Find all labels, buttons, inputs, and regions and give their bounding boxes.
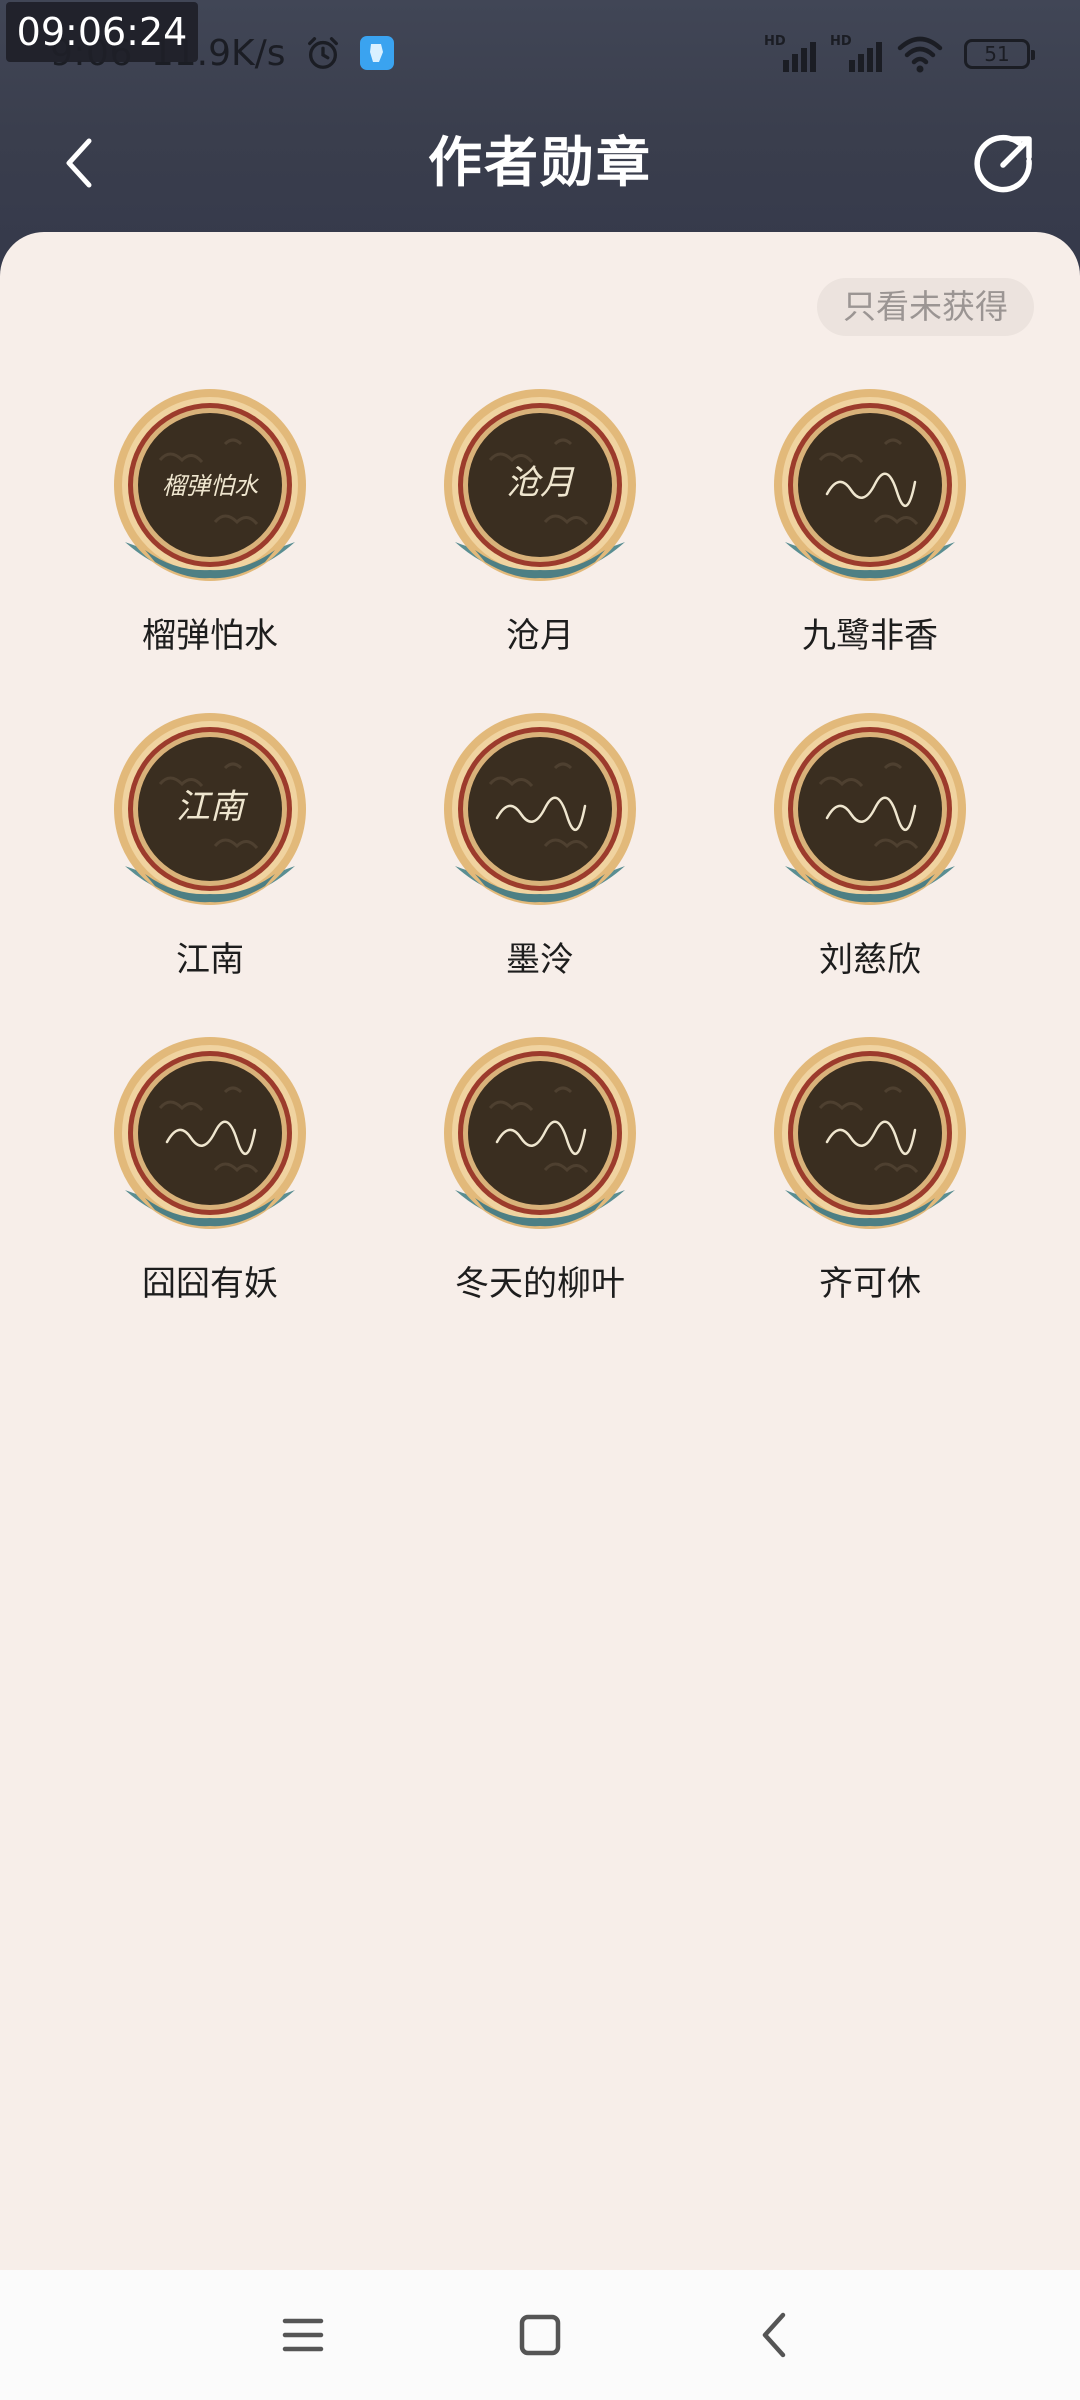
- badge-item[interactable]: 九鹭非香: [720, 382, 1020, 682]
- nav-back-icon: [762, 2312, 786, 2358]
- title-bar: 作者勋章: [0, 118, 1080, 208]
- home-button[interactable]: [505, 2300, 575, 2370]
- menu-icon: [282, 2318, 324, 2352]
- medal-icon: [774, 1037, 966, 1229]
- medal-icon: [114, 1037, 306, 1229]
- medal-icon: 榴弹怕水: [114, 389, 306, 581]
- share-icon: [974, 134, 1032, 193]
- badge-item[interactable]: 刘慈欣: [720, 706, 1020, 1006]
- badge-name: 榴弹怕水: [142, 616, 278, 656]
- menu-button[interactable]: [268, 2300, 338, 2370]
- medal-icon: [774, 389, 966, 581]
- status-right: HD HD 51: [764, 32, 1035, 76]
- status-bar: 9:06 11.9K/s 09:06:24 HD HD 51: [0, 0, 1080, 100]
- badge-name: 江南: [176, 940, 244, 980]
- battery-level: 51: [984, 42, 1010, 66]
- signal-icon-2: HD: [830, 34, 882, 74]
- app-notification-icon: [359, 36, 394, 70]
- home-icon: [519, 2314, 561, 2356]
- signal-icon: HD: [764, 34, 816, 74]
- recording-time-overlay: 09:06:24: [6, 2, 198, 62]
- badge-item[interactable]: 冬天的柳叶: [390, 1030, 690, 1330]
- system-nav-bar: [0, 2270, 1080, 2400]
- badge-item[interactable]: 沧月 沧月: [390, 382, 690, 682]
- badge-item[interactable]: 墨泠: [390, 706, 690, 1006]
- badge-item[interactable]: 榴弹怕水 榴弹怕水: [60, 382, 360, 682]
- badge-name: 齐可休: [819, 1264, 921, 1304]
- medal-icon: [444, 1037, 636, 1229]
- battery-icon: 51: [964, 39, 1035, 69]
- medal-signature: 江南: [176, 787, 249, 827]
- nav-back-button[interactable]: [740, 2300, 810, 2370]
- medal-signature: 沧月: [506, 463, 575, 503]
- badge-name: 沧月: [506, 616, 574, 656]
- medal-signature: 榴弹怕水: [162, 472, 259, 500]
- filter-unearned-button[interactable]: 只看未获得: [817, 278, 1034, 336]
- badge-name: 冬天的柳叶: [455, 1264, 625, 1304]
- medal-icon: 沧月: [444, 389, 636, 581]
- badge-name: 囧囧有妖: [142, 1264, 278, 1304]
- badge-name: 九鹭非香: [802, 616, 938, 656]
- page-title: 作者勋章: [428, 131, 652, 194]
- medal-icon: 江南: [114, 713, 306, 905]
- badge-item[interactable]: 齐可休: [720, 1030, 1020, 1330]
- medal-icon: [774, 713, 966, 905]
- share-button[interactable]: [966, 124, 1044, 202]
- badge-card: 只看未获得 榴弹怕水 榴弹怕水 沧月 沧月 九鹭非香 江南 江南 墨泠 刘慈欣: [0, 232, 1080, 2270]
- badge-item[interactable]: 囧囧有妖: [60, 1030, 360, 1330]
- wifi-icon: [897, 36, 943, 73]
- badge-name: 墨泠: [506, 940, 574, 980]
- alarm-icon: [307, 37, 338, 69]
- badge-item[interactable]: 江南 江南: [60, 706, 360, 1006]
- badge-name: 刘慈欣: [819, 940, 921, 980]
- medal-icon: [444, 713, 636, 905]
